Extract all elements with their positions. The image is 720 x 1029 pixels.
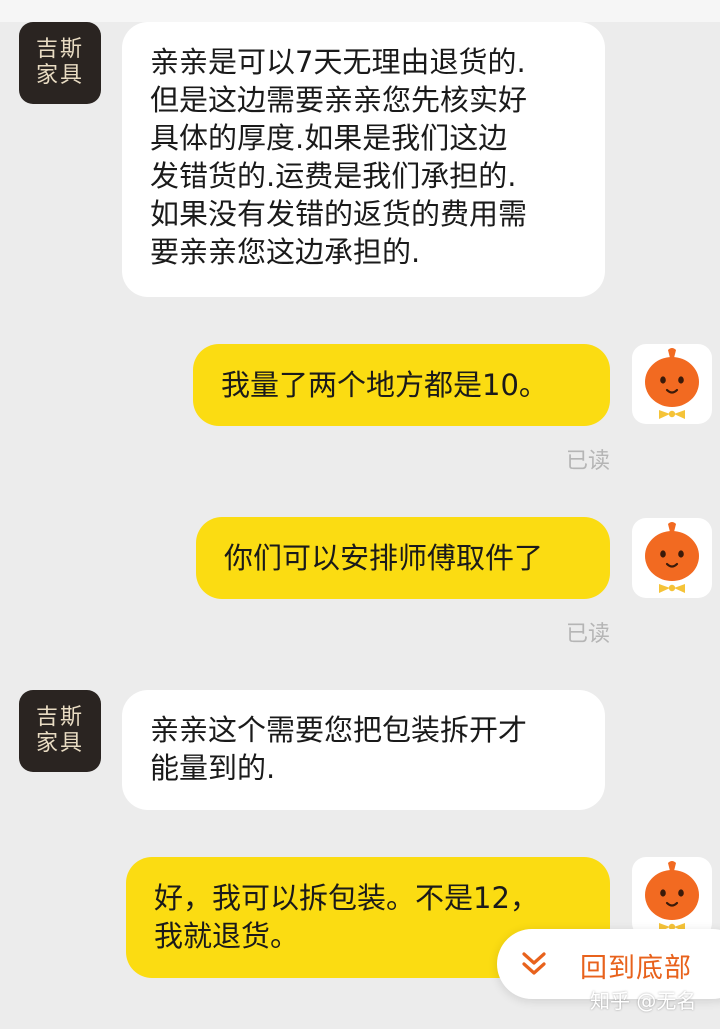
double-chevron-down-icon bbox=[522, 952, 546, 975]
watermark: 知乎 @无名 bbox=[590, 989, 697, 1013]
top-bar bbox=[0, 0, 720, 22]
message-bubble-incoming[interactable]: 亲亲是可以7天无理由退货的. 但是这边需要亲亲您先核实好 具体的厚度.如果是我们… bbox=[122, 22, 605, 297]
shop-avatar[interactable]: 吉斯 家具 bbox=[19, 22, 101, 104]
shop-avatar-text-bottom: 家具 bbox=[35, 731, 84, 756]
user-avatar[interactable] bbox=[632, 857, 712, 937]
shop-avatar-text-top: 吉斯 bbox=[35, 37, 84, 62]
shop-avatar-text-bottom: 家具 bbox=[35, 63, 84, 88]
shop-avatar-text-top: 吉斯 bbox=[35, 705, 84, 730]
user-avatar[interactable] bbox=[632, 344, 712, 424]
pumpkin-mascot-icon bbox=[645, 522, 699, 593]
user-avatar[interactable] bbox=[632, 518, 712, 598]
message-bubble-outgoing[interactable]: 你们可以安排师傅取件了 bbox=[196, 517, 610, 599]
read-status: 已读 bbox=[565, 449, 610, 474]
scroll-to-bottom-label: 回到底部 bbox=[580, 953, 692, 984]
message-bubble-outgoing[interactable]: 我量了两个地方都是10。 bbox=[193, 344, 610, 426]
pumpkin-mascot-icon bbox=[645, 348, 699, 419]
pumpkin-mascot-icon bbox=[645, 861, 699, 932]
message-bubble-incoming[interactable]: 亲亲这个需要您把包装拆开才 能量到的. bbox=[122, 690, 605, 810]
read-status: 已读 bbox=[565, 622, 610, 647]
shop-avatar[interactable]: 吉斯 家具 bbox=[19, 690, 101, 772]
